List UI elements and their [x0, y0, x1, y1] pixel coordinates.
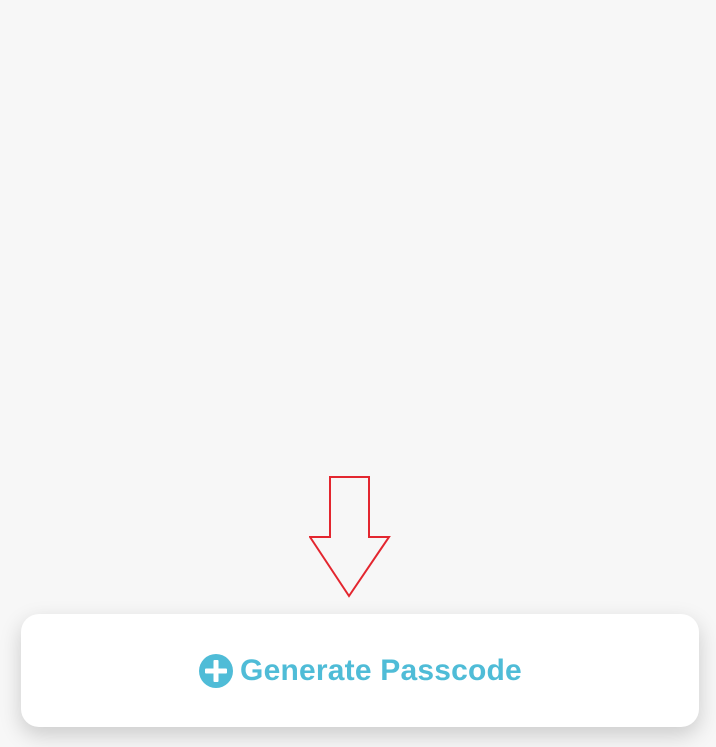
generate-passcode-card: Generate Passcode	[21, 614, 699, 727]
down-arrow-icon	[309, 476, 391, 598]
plus-circle-icon	[199, 653, 234, 688]
generate-passcode-label: Generate Passcode	[240, 653, 522, 687]
generate-passcode-button[interactable]: Generate Passcode	[190, 641, 530, 701]
passcode-screen: Generate Passcode	[0, 0, 716, 747]
